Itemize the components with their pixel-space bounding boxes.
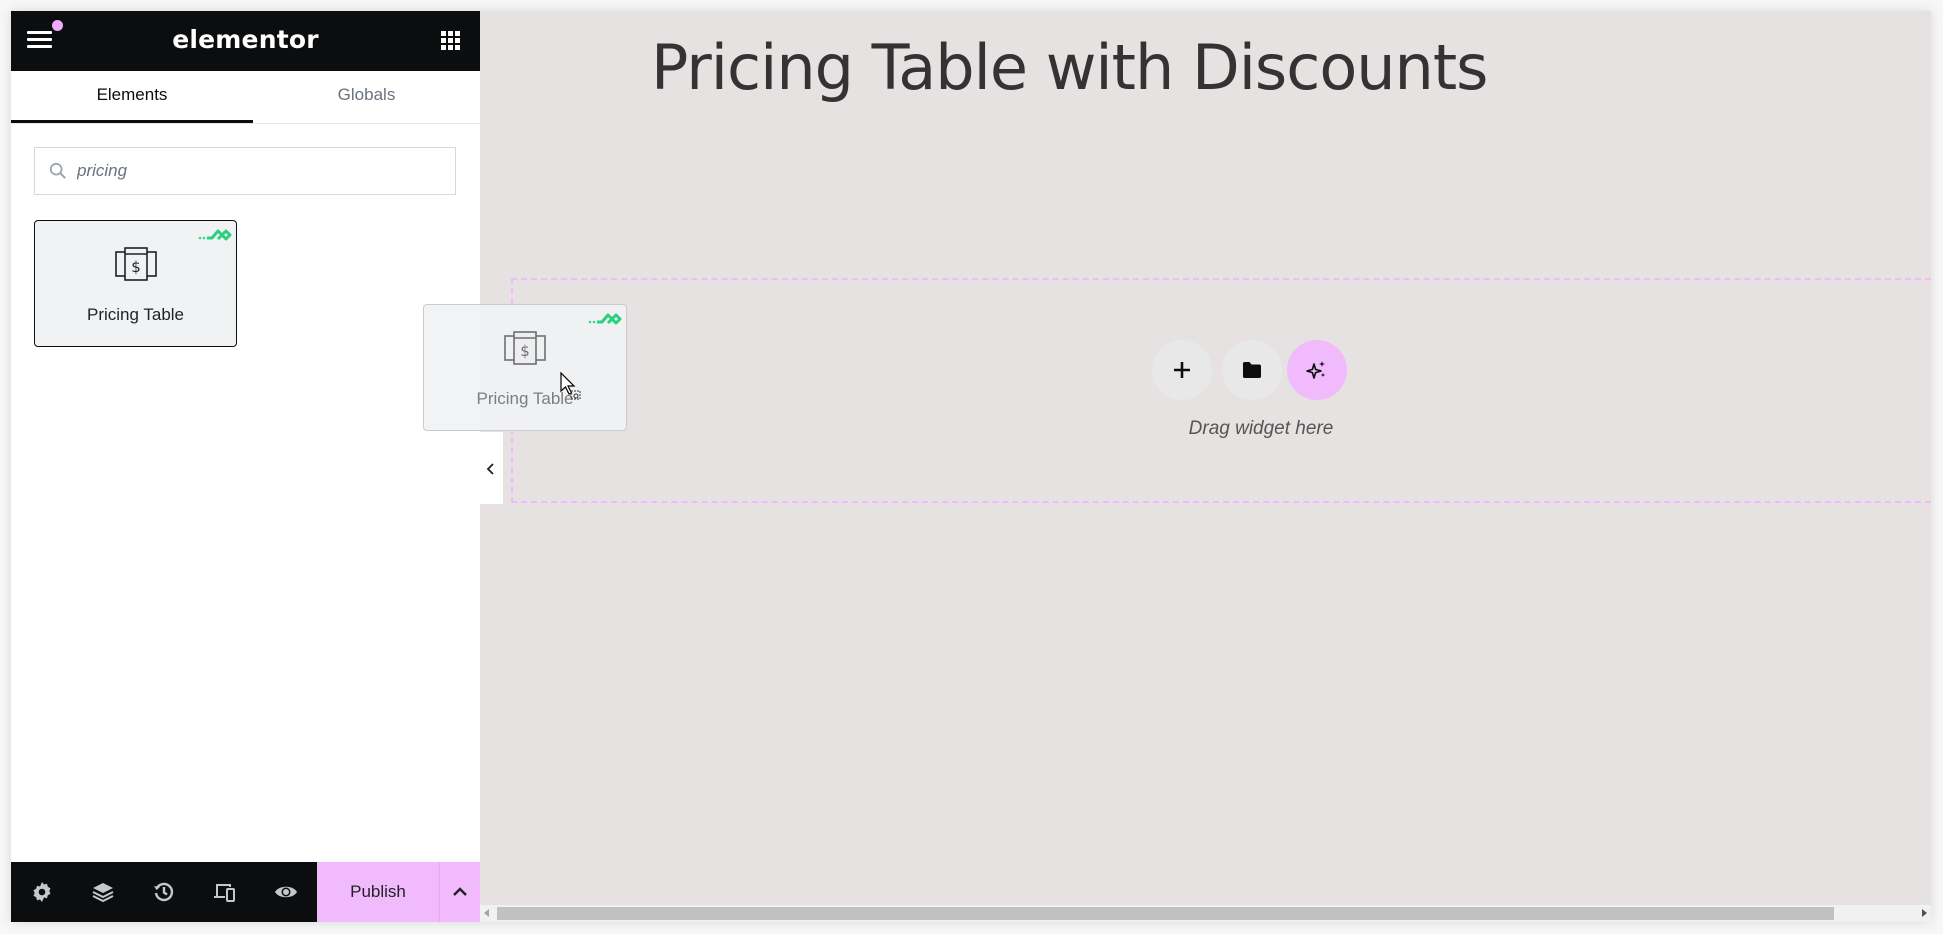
elementor-logo: elementor [172,25,319,54]
panel-footer: Publish [11,862,480,922]
svg-text:$: $ [520,342,530,360]
responsive-mode-icon[interactable] [213,880,237,904]
chevron-left-icon [486,463,494,475]
scroll-left-arrow-icon[interactable] [484,909,489,917]
panel-tabs: Elements Globals [11,71,480,124]
drag-cursor-icon [560,372,581,400]
history-icon[interactable] [152,880,176,904]
publish-options-button[interactable] [439,862,480,922]
horizontal-scrollbar[interactable] [480,905,1931,922]
editor-window: Pricing Table with Discounts Drag widget… [11,11,1931,922]
preview-eye-icon[interactable] [274,880,298,904]
drag-widget-hint: Drag widget here [1188,418,1334,439]
settings-icon[interactable] [30,880,54,904]
scrollbar-thumb[interactable] [497,907,1834,920]
pricing-table-icon: $ [115,247,157,281]
widget-label: Pricing Table [86,305,185,324]
pro-badge-icon [198,229,232,241]
add-section-button[interactable] [1152,340,1212,400]
page-title: Pricing Table with Discounts [651,31,1488,104]
tab-elements[interactable]: Elements [11,71,253,123]
collapse-panel-button[interactable] [480,432,503,504]
grid-apps-icon[interactable] [441,31,461,51]
plus-icon [1174,362,1190,378]
editor-panel: elementor Elements Globals pricing $ Pri… [11,11,480,922]
panel-header: elementor [11,11,480,71]
publish-button[interactable]: Publish [317,862,439,922]
template-library-button[interactable] [1222,340,1282,400]
svg-text:$: $ [131,258,141,276]
widget-pricing-table[interactable]: $ Pricing Table [34,220,237,347]
ai-generate-button[interactable] [1287,340,1347,400]
folder-icon [1243,362,1261,378]
widget-search [34,147,456,195]
sparkles-icon [1306,361,1325,379]
drop-zone[interactable] [511,278,1931,503]
drag-ghost-label: Pricing Table [476,389,574,408]
pricing-table-icon: $ [504,331,546,365]
navigator-layers-icon[interactable] [91,880,115,904]
scroll-right-arrow-icon[interactable] [1922,909,1927,917]
drag-ghost-widget: $ Pricing Table [423,304,627,431]
search-icon [49,162,66,179]
pro-badge-icon [588,313,622,325]
chevron-up-icon [453,887,467,896]
tab-globals[interactable]: Globals [253,71,480,123]
search-input[interactable] [77,148,437,194]
